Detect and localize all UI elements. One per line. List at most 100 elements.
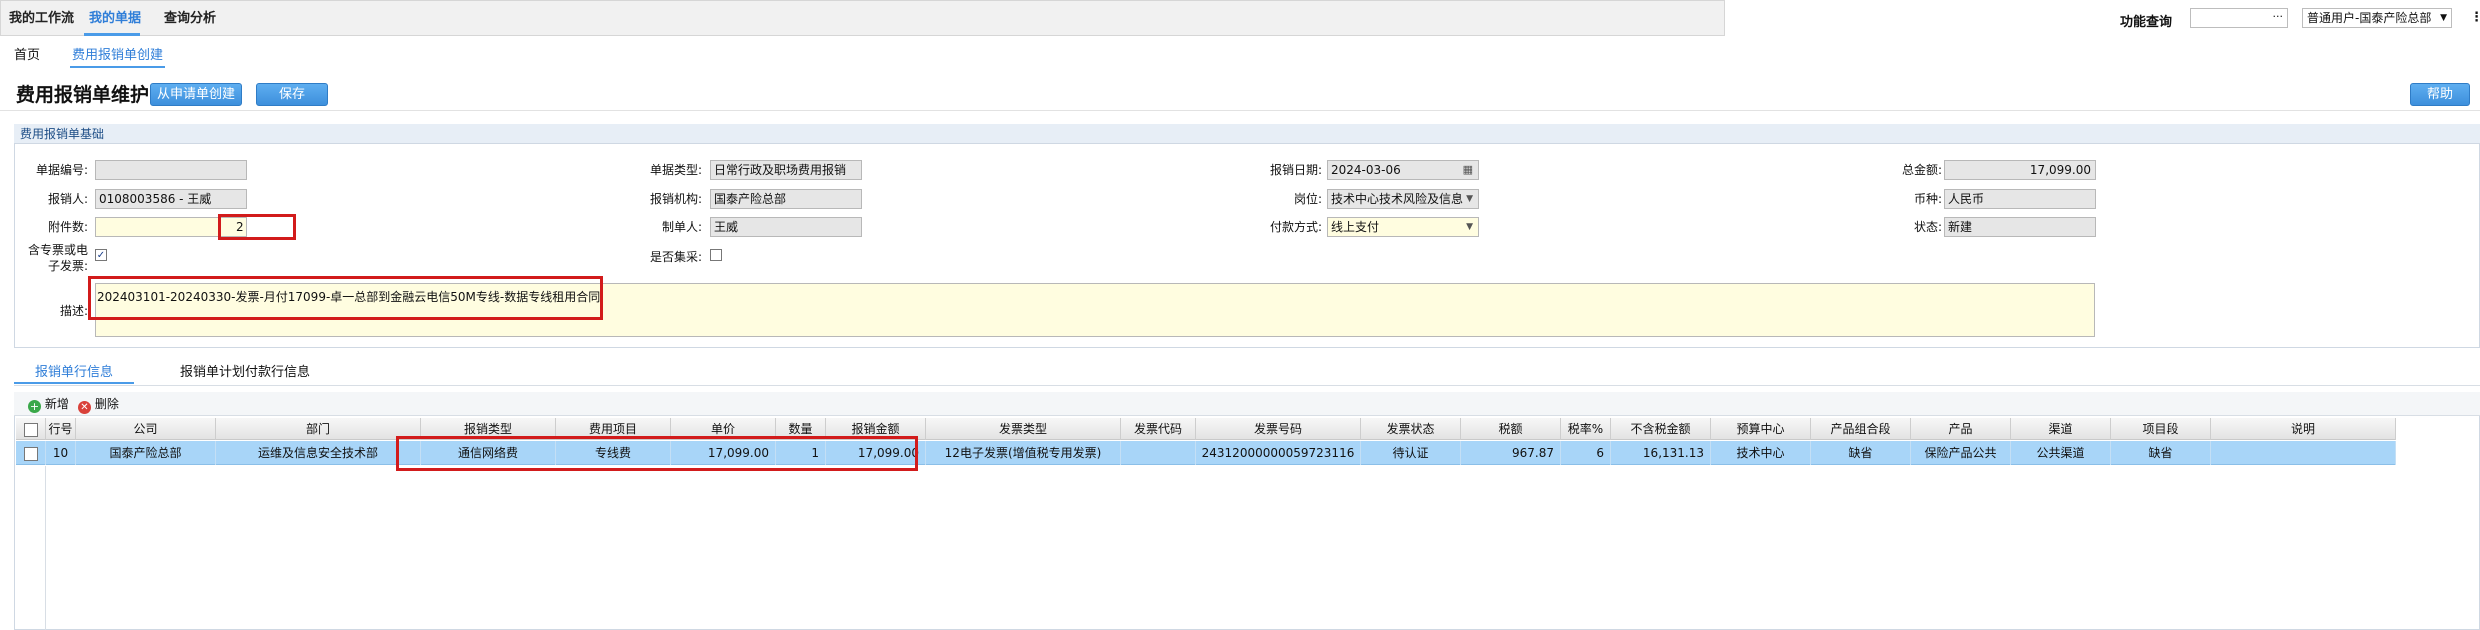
grid-highlight	[396, 436, 918, 471]
row-select[interactable]	[16, 441, 46, 465]
cell[interactable]	[2211, 441, 2396, 465]
pay-method-label: 付款方式:	[1269, 220, 1322, 234]
nav-my-documents[interactable]: 我的单据	[89, 1, 141, 37]
post-label: 岗位:	[1293, 192, 1322, 206]
e-invoice-checkbox[interactable]: ✓	[95, 249, 107, 261]
org-field[interactable]: 国泰产险总部	[710, 189, 862, 209]
cell[interactable]: 保险产品公共	[1911, 441, 2011, 465]
org-label: 报销机构:	[649, 192, 702, 206]
cell[interactable]: 16,131.13	[1611, 441, 1711, 465]
attachments-count-highlight: 2	[218, 214, 296, 240]
doc-type-label: 单据类型:	[649, 163, 702, 177]
add-row-button[interactable]: + 新增	[28, 395, 69, 413]
grid-header: 行号 公司 部门 报销类型 费用项目 单价 数量 报销金额 发票类型 发票代码 …	[16, 418, 2396, 440]
post-value: 技术中心技术风险及信息	[1331, 192, 1464, 206]
user-role-value: 普通用户-国泰产险总部	[2307, 11, 2432, 25]
save-button[interactable]: 保存	[256, 83, 328, 106]
cell[interactable]: 缺省	[1811, 441, 1911, 465]
calendar-icon[interactable]: ▦	[1463, 161, 1473, 179]
description-label: 描述:	[59, 304, 88, 318]
doc-no-field[interactable]	[95, 160, 247, 180]
col-header[interactable]: 部门	[216, 418, 421, 440]
check-icon: ✓	[96, 250, 106, 261]
pay-method-value: 线上支付	[1331, 220, 1380, 234]
centralized-label: 是否集采:	[649, 250, 702, 264]
nav-query-analysis[interactable]: 查询分析	[164, 1, 216, 37]
reporter-field[interactable]: 0108003586 - 王威	[95, 189, 247, 209]
page-title: 费用报销单维护	[16, 84, 150, 106]
col-header[interactable]: 行号	[46, 418, 76, 440]
col-header[interactable]: 发票类型	[926, 418, 1121, 440]
cell[interactable]: 待认证	[1361, 441, 1461, 465]
cell[interactable]: 24312000000059723116	[1196, 441, 1361, 465]
report-date-field[interactable]: 2024-03-06 ▦	[1327, 160, 1479, 180]
header-select-all[interactable]	[16, 418, 46, 440]
report-date-value: 2024-03-06	[1331, 163, 1401, 177]
col-header[interactable]: 说明	[2211, 418, 2396, 440]
pay-method-select[interactable]: 线上支付 ▼	[1327, 217, 1479, 237]
doc-no-label: 单据编号:	[35, 163, 88, 177]
delete-label: 删除	[94, 397, 119, 411]
total-label: 总金额:	[1901, 163, 1942, 177]
cell[interactable]: 6	[1561, 441, 1611, 465]
cell[interactable]: 12电子发票(增值税专用发票)	[926, 441, 1121, 465]
col-header[interactable]: 公司	[76, 418, 216, 440]
more-menu-icon[interactable]: ⋮	[2470, 10, 2480, 25]
top-menu-bar: 我的工作流 我的单据 查询分析	[0, 0, 1725, 36]
currency-label: 币种:	[1913, 192, 1942, 206]
delete-row-button[interactable]: ✕ 删除	[78, 395, 119, 414]
col-header[interactable]: 预算中心	[1711, 418, 1811, 440]
col-header[interactable]: 发票代码	[1121, 418, 1196, 440]
tab-expense-create[interactable]: 费用报销单创建	[70, 44, 166, 68]
maker-field[interactable]: 王威	[710, 217, 862, 237]
cell[interactable]: 公共渠道	[2011, 441, 2111, 465]
row-checkbox[interactable]	[23, 446, 38, 461]
currency-field[interactable]: 人民币	[1944, 189, 2096, 209]
cell[interactable]: 10	[46, 441, 76, 465]
cell[interactable]: 技术中心	[1711, 441, 1811, 465]
chevron-down-icon: ▼	[2440, 13, 2447, 23]
add-icon: +	[28, 400, 41, 413]
chevron-down-icon: ▼	[1466, 194, 1473, 204]
col-header[interactable]: 产品	[1911, 418, 2011, 440]
table-row[interactable]: 10 国泰产险总部 运维及信息安全技术部 通信网络费 专线费 17,099.00…	[16, 441, 2396, 465]
attachments-label: 附件数:	[47, 220, 88, 234]
select-all-checkbox[interactable]	[23, 422, 38, 437]
col-header[interactable]: 不含税金额	[1611, 418, 1711, 440]
doc-type-field[interactable]: 日常行政及职场费用报销	[710, 160, 862, 180]
function-query-input[interactable]: ···	[2190, 8, 2288, 28]
col-header[interactable]: 产品组合段	[1811, 418, 1911, 440]
grid-toolbar: + 新增 ✕ 删除	[14, 392, 2480, 416]
add-label: 新增	[44, 397, 69, 411]
col-header[interactable]: 发票号码	[1196, 418, 1361, 440]
delete-icon: ✕	[78, 401, 91, 414]
create-from-request-button[interactable]: 从申请单创建	[150, 83, 242, 106]
user-role-select[interactable]: 普通用户-国泰产险总部 ▼	[2302, 8, 2452, 28]
col-header[interactable]: 发票状态	[1361, 418, 1461, 440]
cell[interactable]: 967.87	[1461, 441, 1561, 465]
tab-line-info[interactable]: 报销单行信息	[14, 362, 134, 384]
row-select-column	[16, 466, 46, 630]
tab-home[interactable]: 首页	[14, 44, 40, 68]
cell[interactable]: 国泰产险总部	[76, 441, 216, 465]
centralized-checkbox[interactable]	[710, 249, 722, 261]
description-highlight: 202403101-20240330-发票-月付17099-卓一总部到金融云电信…	[88, 276, 603, 320]
col-header[interactable]: 渠道	[2011, 418, 2111, 440]
cell[interactable]: 运维及信息安全技术部	[216, 441, 421, 465]
chevron-down-icon: ▼	[1466, 222, 1473, 232]
active-nav-indicator	[84, 33, 140, 36]
status-label: 状态:	[1913, 220, 1942, 234]
cell[interactable]	[1121, 441, 1196, 465]
col-header[interactable]: 项目段	[2111, 418, 2211, 440]
total-field: 17,099.00	[1944, 160, 2096, 180]
post-select[interactable]: 技术中心技术风险及信息 ▼	[1327, 189, 1479, 209]
col-header[interactable]: 税率%	[1561, 418, 1611, 440]
reporter-label: 报销人:	[47, 192, 88, 206]
cell[interactable]: 缺省	[2111, 441, 2211, 465]
report-date-label: 报销日期:	[1269, 163, 1322, 177]
tab-payment-plan[interactable]: 报销单计划付款行信息	[180, 362, 310, 384]
status-field: 新建	[1944, 217, 2096, 237]
help-button[interactable]: 帮助	[2410, 83, 2470, 106]
col-header[interactable]: 税额	[1461, 418, 1561, 440]
nav-my-workflow[interactable]: 我的工作流	[9, 1, 74, 37]
